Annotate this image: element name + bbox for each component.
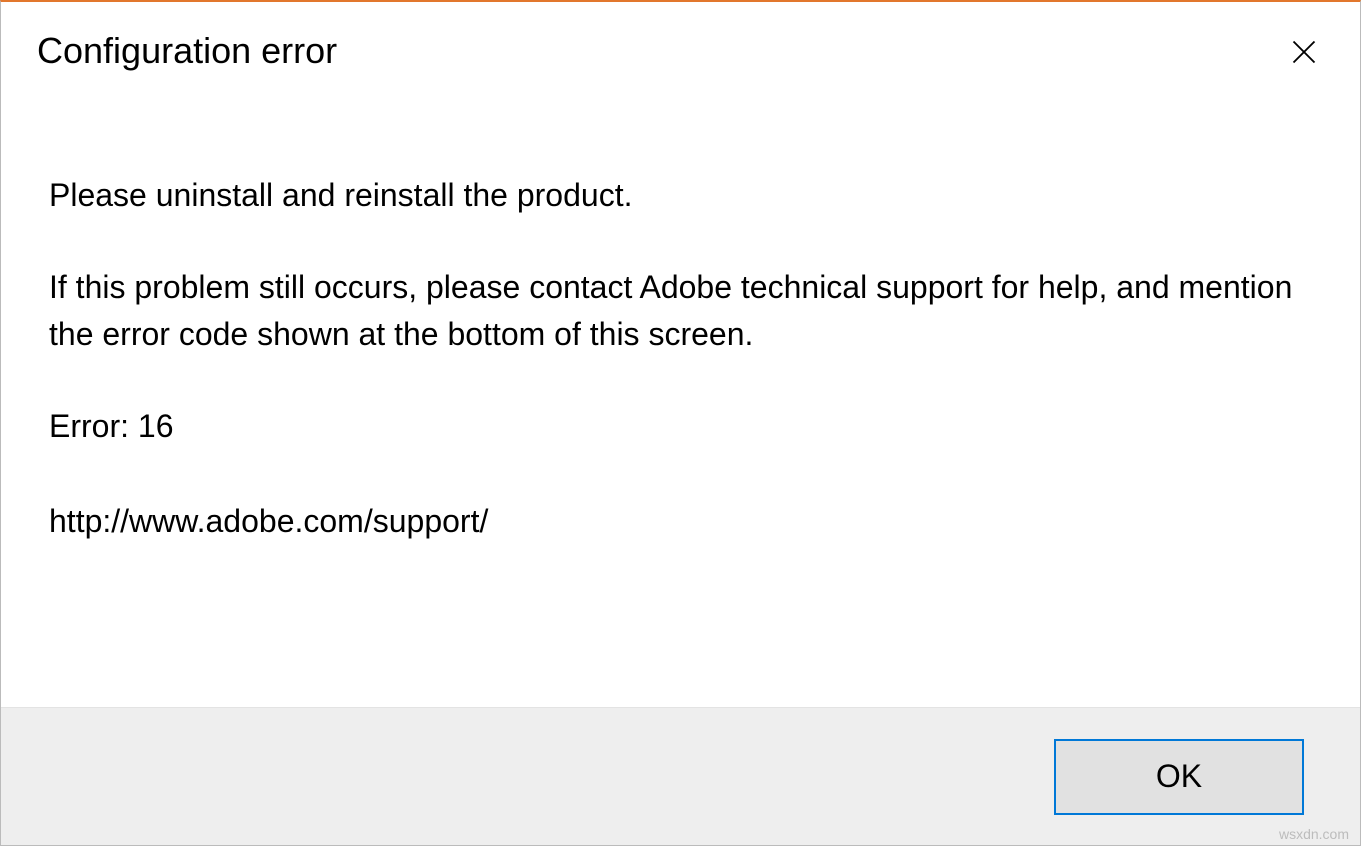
message-support: If this problem still occurs, please con… bbox=[49, 264, 1312, 357]
error-code: Error: 16 bbox=[49, 403, 1312, 449]
ok-button[interactable]: OK bbox=[1054, 739, 1304, 815]
titlebar: Configuration error bbox=[1, 2, 1360, 76]
button-bar: OK bbox=[1, 707, 1360, 845]
support-url: http://www.adobe.com/support/ bbox=[49, 498, 1312, 544]
close-icon bbox=[1290, 38, 1318, 66]
message-instruction: Please uninstall and reinstall the produ… bbox=[49, 172, 1312, 218]
watermark-text: wsxdn.com bbox=[1279, 826, 1349, 842]
error-dialog: Configuration error Please uninstall and… bbox=[0, 0, 1361, 846]
close-button[interactable] bbox=[1280, 28, 1328, 76]
dialog-content: Please uninstall and reinstall the produ… bbox=[1, 76, 1360, 707]
dialog-title: Configuration error bbox=[37, 30, 337, 72]
